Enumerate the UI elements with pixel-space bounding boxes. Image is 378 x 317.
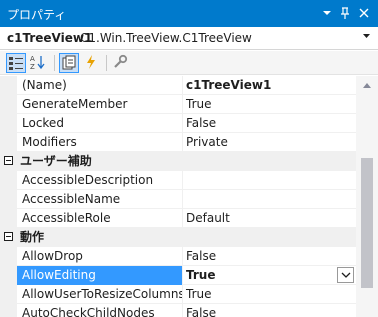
property-name[interactable]: Locked bbox=[17, 114, 182, 133]
title-bar: プロパティ bbox=[0, 0, 378, 27]
close-button[interactable] bbox=[356, 5, 372, 21]
property-name[interactable]: AllowDrop bbox=[17, 247, 182, 266]
property-row[interactable]: (Name) c1TreeView1 bbox=[0, 76, 356, 95]
property-name[interactable]: Modifiers bbox=[17, 133, 182, 152]
window-dropdown-button[interactable] bbox=[319, 5, 335, 21]
value-dropdown-button[interactable] bbox=[337, 267, 354, 283]
scroll-up-icon[interactable] bbox=[363, 82, 371, 88]
row-margin bbox=[0, 247, 17, 266]
properties-toolbar: A Z bbox=[0, 51, 378, 75]
row-margin bbox=[0, 171, 17, 190]
properties-button[interactable] bbox=[59, 53, 79, 73]
row-margin bbox=[0, 114, 17, 133]
row-margin bbox=[0, 95, 17, 114]
object-selector[interactable]: c1TreeView1 C1.Win.TreeView.C1TreeView bbox=[0, 27, 378, 50]
sort-alphabetical-icon: A Z bbox=[30, 55, 45, 70]
property-name[interactable]: AutoCheckChildNodes bbox=[17, 304, 182, 317]
property-value[interactable]: False bbox=[182, 304, 356, 317]
row-margin bbox=[0, 133, 17, 152]
category-label: 動作 bbox=[20, 230, 45, 244]
property-row[interactable]: Modifiers Private bbox=[0, 133, 356, 152]
chevron-down-icon[interactable] bbox=[362, 31, 371, 43]
property-row[interactable]: AllowEditing True bbox=[0, 266, 356, 285]
vertical-scrollbar[interactable] bbox=[356, 76, 378, 317]
property-value[interactable]: c1TreeView1 bbox=[182, 76, 356, 95]
property-row[interactable]: AccessibleDescription bbox=[0, 171, 356, 190]
collapse-icon[interactable] bbox=[4, 232, 13, 241]
alphabetical-button[interactable]: A Z bbox=[29, 53, 49, 73]
row-margin bbox=[0, 304, 17, 317]
property-name[interactable]: AccessibleName bbox=[17, 190, 182, 209]
property-grid: (Name) c1TreeView1 GenerateMember True Locke… bbox=[0, 76, 356, 317]
chevron-down-icon bbox=[341, 272, 351, 278]
toolbar-separator bbox=[106, 55, 107, 71]
svg-text:A: A bbox=[30, 55, 35, 63]
property-value[interactable]: False bbox=[182, 247, 356, 266]
row-margin bbox=[0, 76, 17, 95]
property-value[interactable] bbox=[182, 171, 356, 190]
row-margin bbox=[0, 285, 17, 304]
property-row[interactable]: AllowUserToResizeColumns True bbox=[0, 285, 356, 304]
property-value[interactable]: False bbox=[182, 114, 356, 133]
categorized-button[interactable] bbox=[6, 53, 26, 73]
property-name[interactable]: AllowEditing bbox=[17, 266, 182, 285]
collapse-icon[interactable] bbox=[4, 156, 13, 165]
svg-text:Z: Z bbox=[30, 63, 35, 70]
object-type: C1.Win.TreeView.C1TreeView bbox=[80, 31, 252, 45]
property-name[interactable]: AccessibleDescription bbox=[17, 171, 182, 190]
window-title: プロパティ bbox=[7, 8, 67, 22]
property-row[interactable]: Locked False bbox=[0, 114, 356, 133]
property-pages-button[interactable] bbox=[111, 53, 131, 73]
row-margin bbox=[0, 190, 17, 209]
pin-button[interactable] bbox=[337, 5, 353, 21]
property-name[interactable]: (Name) bbox=[17, 76, 182, 95]
category-row[interactable]: 動作 bbox=[0, 228, 356, 247]
events-button[interactable] bbox=[82, 53, 102, 73]
categorized-icon bbox=[9, 57, 23, 70]
pin-icon bbox=[341, 7, 349, 19]
wrench-icon bbox=[114, 54, 128, 68]
property-value[interactable]: True bbox=[182, 266, 356, 285]
scroll-thumb[interactable] bbox=[361, 158, 373, 288]
property-value[interactable]: Default bbox=[182, 209, 356, 228]
row-margin bbox=[0, 266, 17, 285]
property-value[interactable]: True bbox=[182, 285, 356, 304]
close-icon bbox=[359, 8, 369, 18]
property-row[interactable]: GenerateMember True bbox=[0, 95, 356, 114]
toolbar-separator bbox=[54, 55, 55, 71]
property-name[interactable]: GenerateMember bbox=[17, 95, 182, 114]
property-value[interactable]: Private bbox=[182, 133, 356, 152]
property-value[interactable]: True bbox=[182, 95, 356, 114]
property-row[interactable]: AccessibleRole Default bbox=[0, 209, 356, 228]
property-row[interactable]: AutoCheckChildNodes False bbox=[0, 304, 356, 317]
category-label: ユーザー補助 bbox=[20, 154, 92, 168]
property-name[interactable]: AllowUserToResizeColumns bbox=[17, 285, 182, 304]
lightning-icon bbox=[87, 55, 95, 69]
property-name[interactable]: AccessibleRole bbox=[17, 209, 182, 228]
property-row[interactable]: AllowDrop False bbox=[0, 247, 356, 266]
category-row[interactable]: ユーザー補助 bbox=[0, 152, 356, 171]
property-row[interactable]: AccessibleName bbox=[0, 190, 356, 209]
properties-icon bbox=[62, 55, 76, 70]
property-value[interactable] bbox=[182, 190, 356, 209]
chevron-down-icon bbox=[323, 11, 331, 15]
row-margin bbox=[0, 209, 17, 228]
